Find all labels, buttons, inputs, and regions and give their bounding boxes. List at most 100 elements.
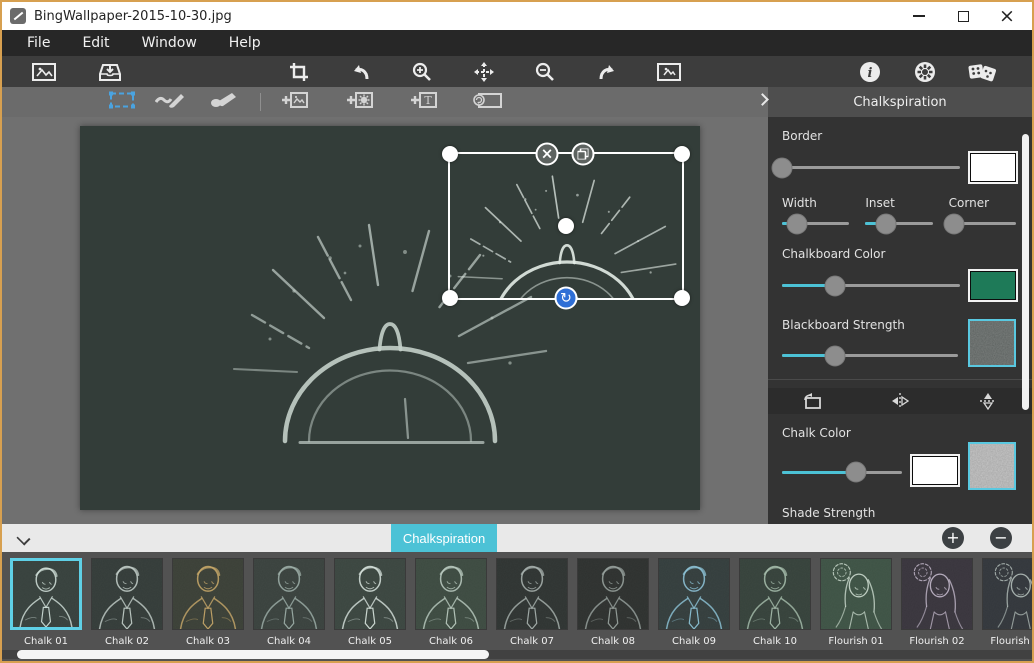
width-label: Width — [782, 196, 849, 210]
menu-help[interactable]: Help — [216, 32, 274, 54]
rotate-handle[interactable]: ↻ — [555, 287, 578, 310]
add-image-icon[interactable] — [278, 91, 308, 113]
swap-background-icon[interactable] — [473, 91, 503, 113]
new-image-icon[interactable] — [32, 63, 56, 81]
preset-thumbnail[interactable]: Chalk 06 — [415, 558, 487, 647]
panel-divider — [768, 379, 1032, 380]
preset-thumbnail-image — [334, 558, 406, 630]
app-window: BingWallpaper-2015-10-30.jpg × File Edit… — [0, 0, 1034, 663]
preset-thumbnail[interactable]: Chalk 10 — [739, 558, 811, 647]
filmstrip-scrollbar[interactable] — [17, 650, 489, 659]
preset-thumbnail[interactable]: Chalk 02 — [91, 558, 163, 647]
chalk-color-label: Chalk Color — [782, 426, 1016, 440]
redo-icon[interactable] — [597, 63, 617, 81]
maximize-button[interactable] — [954, 7, 972, 25]
duplicate-icon — [578, 149, 589, 160]
add-text-icon[interactable]: T — [407, 91, 437, 113]
corner-slider[interactable] — [949, 222, 1016, 225]
flip-vertical-button[interactable] — [944, 388, 1032, 414]
preset-thumbnail-image — [253, 558, 325, 630]
chalk-color-slider[interactable] — [782, 471, 902, 474]
main-toolbar: i — [2, 56, 1032, 87]
blackboard-texture-swatch[interactable] — [968, 319, 1016, 367]
blackboard-strength-slider[interactable] — [782, 354, 958, 357]
collapse-filmstrip-icon[interactable] — [16, 531, 30, 545]
menu-edit[interactable]: Edit — [69, 32, 122, 54]
canvas-image[interactable]: × ↻ — [80, 126, 700, 510]
preset-thumbnail[interactable]: Flourish 03 — [982, 558, 1032, 647]
flip-horizontal-button[interactable] — [856, 388, 944, 414]
random-dice-icon[interactable] — [967, 61, 997, 83]
add-clipart-icon[interactable] — [343, 91, 373, 113]
rotate-layer-icon — [802, 393, 822, 409]
selection-box[interactable]: × ↻ — [448, 152, 684, 300]
preset-thumbnail[interactable]: Chalk 07 — [496, 558, 568, 647]
panel-scrollbar[interactable] — [1022, 134, 1029, 410]
center-handle[interactable] — [558, 218, 574, 234]
flip-horizontal-icon — [891, 393, 909, 409]
canvas-size-icon[interactable] — [657, 63, 681, 81]
menu-file[interactable]: File — [14, 32, 63, 54]
preset-thumbnail-label: Chalk 10 — [739, 636, 811, 647]
thumbnail-zoom-in-button[interactable]: + — [942, 527, 964, 549]
preset-thumbnail-label: Chalk 01 — [10, 636, 82, 647]
chevron-right-icon[interactable] — [756, 93, 769, 106]
info-icon[interactable]: i — [859, 61, 881, 83]
preset-thumbnail-image — [10, 558, 82, 630]
title-bar: BingWallpaper-2015-10-30.jpg × — [2, 2, 1032, 30]
menu-window[interactable]: Window — [129, 32, 210, 54]
save-export-icon[interactable] — [97, 62, 123, 82]
select-tool-icon[interactable] — [109, 92, 135, 113]
preset-thumbnail-image — [820, 558, 892, 630]
shade-strength-label: Shade Strength — [782, 506, 1016, 520]
preset-tab-chalkspiration[interactable]: Chalkspiration — [391, 524, 497, 552]
border-color-swatch[interactable] — [970, 153, 1016, 182]
move-icon[interactable] — [474, 62, 494, 82]
thumbnail-zoom-out-button[interactable]: − — [990, 527, 1012, 549]
minimize-icon — [913, 15, 925, 17]
delete-layer-button[interactable]: × — [536, 143, 559, 166]
settings-panel: Border Width Inset Corner Cha — [768, 117, 1032, 524]
crop-icon[interactable] — [289, 62, 309, 82]
chalk-texture-swatch[interactable] — [968, 442, 1016, 490]
preset-thumbnail[interactable]: Chalk 01 — [10, 558, 82, 647]
preset-thumbnail[interactable]: Chalk 04 — [253, 558, 325, 647]
border-slider[interactable] — [782, 166, 960, 169]
preset-thumbnail[interactable]: Flourish 01 — [820, 558, 892, 647]
chalk-color-swatch[interactable] — [912, 456, 958, 485]
resize-handle-top-right[interactable] — [674, 146, 690, 162]
zoom-in-icon[interactable] — [412, 62, 432, 82]
preset-thumbnail[interactable]: Chalk 05 — [334, 558, 406, 647]
effect-brush-icon[interactable] — [155, 92, 185, 112]
panel-title: Chalkspiration — [768, 87, 1032, 117]
resize-handle-top-left[interactable] — [442, 146, 458, 162]
minimize-button[interactable] — [910, 7, 928, 25]
resize-handle-bottom-left[interactable] — [442, 290, 458, 306]
preset-thumbnail-label: Chalk 02 — [91, 636, 163, 647]
border-label: Border — [782, 129, 1016, 143]
zoom-out-icon[interactable] — [535, 62, 555, 82]
inset-slider[interactable] — [865, 222, 932, 225]
preset-thumbnail[interactable]: Chalk 03 — [172, 558, 244, 647]
filmstrip-items: Chalk 01 Chalk 02 Chalk 03 Chalk 04 Chal… — [10, 558, 1032, 647]
chalkboard-color-slider[interactable] — [782, 284, 960, 287]
flip-vertical-icon — [980, 392, 996, 410]
preset-thumbnail-label: Chalk 09 — [658, 636, 730, 647]
eraser-brush-icon[interactable] — [210, 92, 238, 112]
preset-thumbnail-image — [577, 558, 649, 630]
tool-options-bar: T Chalkspiration — [2, 87, 1032, 117]
preset-thumbnail[interactable]: Flourish 02 — [901, 558, 973, 647]
rotate-layer-button[interactable] — [768, 388, 856, 414]
editor-area[interactable]: × ↻ — [2, 117, 768, 524]
width-slider[interactable] — [782, 222, 849, 225]
duplicate-layer-button[interactable] — [572, 143, 595, 166]
preset-thumbnail[interactable]: Chalk 09 — [658, 558, 730, 647]
undo-icon[interactable] — [351, 63, 371, 81]
preset-thumbnail-label: Flourish 01 — [820, 636, 892, 647]
close-button[interactable]: × — [998, 7, 1016, 25]
resize-handle-bottom-right[interactable] — [674, 290, 690, 306]
settings-gear-icon[interactable] — [914, 61, 936, 83]
preset-thumbnail[interactable]: Chalk 08 — [577, 558, 649, 647]
preset-thumbnail-image — [415, 558, 487, 630]
chalkboard-color-swatch[interactable] — [970, 271, 1016, 300]
